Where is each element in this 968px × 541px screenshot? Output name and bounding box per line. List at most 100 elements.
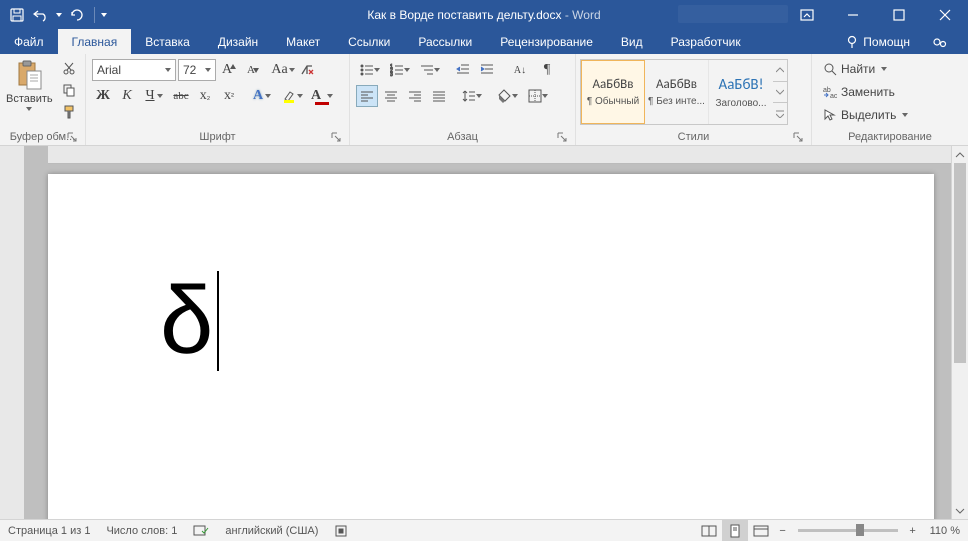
document-canvas[interactable]: δ [24,146,968,519]
status-page[interactable]: Страница 1 из 1 [0,520,98,541]
undo-dropdown[interactable] [54,4,64,26]
document-area: δ [0,146,968,519]
align-left-button[interactable] [356,85,378,107]
tab-mailings[interactable]: Рассылки [404,29,486,54]
text-cursor [217,271,219,371]
italic-button[interactable]: К [116,85,138,107]
multilevel-list-button[interactable] [416,59,444,81]
maximize-button[interactable] [876,0,922,29]
tab-layout[interactable]: Макет [272,29,334,54]
styles-scroll-up[interactable] [773,60,787,82]
bullets-button[interactable] [356,59,384,81]
tab-view[interactable]: Вид [607,29,657,54]
style-heading1[interactable]: АаБбВ! Заголово... [709,60,773,124]
status-spellcheck[interactable] [185,520,217,541]
styles-gallery: АаБбВв ¶ Обычный АаБбВв ¶ Без инте... Аа… [580,59,788,125]
ribbon-display-options[interactable] [784,0,830,29]
strikethrough-button[interactable]: abc [170,85,192,107]
style-no-spacing[interactable]: АаБбВв ¶ Без инте... [645,60,709,124]
styles-expand[interactable] [773,103,787,124]
scroll-down-arrow[interactable] [952,502,968,519]
share-button[interactable] [920,35,960,49]
subscript-button[interactable]: x₂ [194,85,216,107]
clear-formatting-button[interactable] [296,59,318,81]
font-color-button[interactable]: A [308,85,336,107]
numbering-button[interactable]: 123 [386,59,414,81]
view-read-mode[interactable] [696,520,722,541]
highlight-button[interactable] [278,85,306,107]
sort-button[interactable]: A↓ [506,59,534,81]
tab-file[interactable]: Файл [0,29,58,54]
styles-dialog-launcher[interactable] [793,132,805,144]
shading-button[interactable] [494,85,522,107]
shrink-font-button[interactable]: A [242,59,264,81]
tab-home[interactable]: Главная [58,29,132,54]
grow-font-button[interactable]: A [218,59,240,81]
paste-button[interactable]: Вставить [4,57,59,129]
tab-developer[interactable]: Разработчик [657,29,755,54]
group-label-editing: Редактирование [816,129,964,145]
close-button[interactable] [922,0,968,29]
status-macro[interactable] [326,520,356,541]
replace-button[interactable]: abac Заменить [820,82,911,102]
vertical-ruler[interactable] [0,146,24,519]
quick-access-toolbar [0,0,111,29]
status-language[interactable]: английский (США) [217,520,326,541]
paragraph-dialog-launcher[interactable] [557,132,569,144]
page[interactable]: δ [48,174,934,519]
select-button[interactable]: Выделить [820,105,911,125]
zoom-percent[interactable]: 110 % [922,525,968,537]
account-area [678,5,788,23]
scroll-thumb[interactable] [954,163,966,363]
titlebar: Как в Ворде поставить дельту.docx - Word [0,0,968,29]
clipboard-dialog-launcher[interactable] [67,132,79,144]
bold-button[interactable]: Ж [92,85,114,107]
zoom-slider[interactable] [798,529,898,532]
styles-scroll-down[interactable] [773,82,787,104]
align-right-button[interactable] [404,85,426,107]
copy-button[interactable] [59,81,79,99]
superscript-button[interactable]: x² [218,85,240,107]
save-button[interactable] [6,4,28,26]
increase-indent-button[interactable] [476,59,498,81]
scroll-up-arrow[interactable] [952,146,968,163]
view-web-layout[interactable] [748,520,774,541]
zoom-in-button[interactable]: + [904,525,922,537]
decrease-indent-button[interactable] [452,59,474,81]
undo-button[interactable] [30,4,52,26]
align-center-button[interactable] [380,85,402,107]
horizontal-ruler[interactable] [48,146,968,164]
cut-button[interactable] [59,59,79,77]
borders-button[interactable] [524,85,552,107]
font-size-combo[interactable]: 72 [178,59,216,81]
minimize-button[interactable] [830,0,876,29]
tab-design[interactable]: Дизайн [204,29,272,54]
document-content[interactable]: δ [160,266,219,376]
text-effects-button[interactable]: A [248,85,276,107]
format-painter-button[interactable] [59,103,79,121]
redo-button[interactable] [66,4,88,26]
change-case-button[interactable]: Aa [272,59,294,81]
zoom-out-button[interactable]: − [774,525,792,537]
font-name-combo[interactable]: Arial [92,59,176,81]
tab-review[interactable]: Рецензирование [486,29,607,54]
show-marks-button[interactable]: ¶ [536,59,558,81]
zoom-slider-thumb[interactable] [856,524,864,536]
view-print-layout[interactable] [722,520,748,541]
find-button[interactable]: Найти [820,59,911,79]
vertical-scrollbar[interactable] [951,146,968,519]
tell-me[interactable]: Помощн [835,35,920,49]
qat-customize[interactable] [99,4,109,26]
window-controls [784,0,968,29]
line-spacing-button[interactable] [458,85,486,107]
group-label-paragraph: Абзац [354,129,571,145]
tab-references[interactable]: Ссылки [334,29,404,54]
justify-button[interactable] [428,85,450,107]
tab-insert[interactable]: Вставка [131,29,204,54]
window-title: Как в Ворде поставить дельту.docx - Word [367,8,600,22]
style-normal[interactable]: АаБбВв ¶ Обычный [581,60,645,124]
status-word-count[interactable]: Число слов: 1 [98,520,185,541]
font-dialog-launcher[interactable] [331,132,343,144]
group-styles: АаБбВв ¶ Обычный АаБбВв ¶ Без инте... Аа… [576,54,812,145]
underline-button[interactable]: Ч [140,85,168,107]
